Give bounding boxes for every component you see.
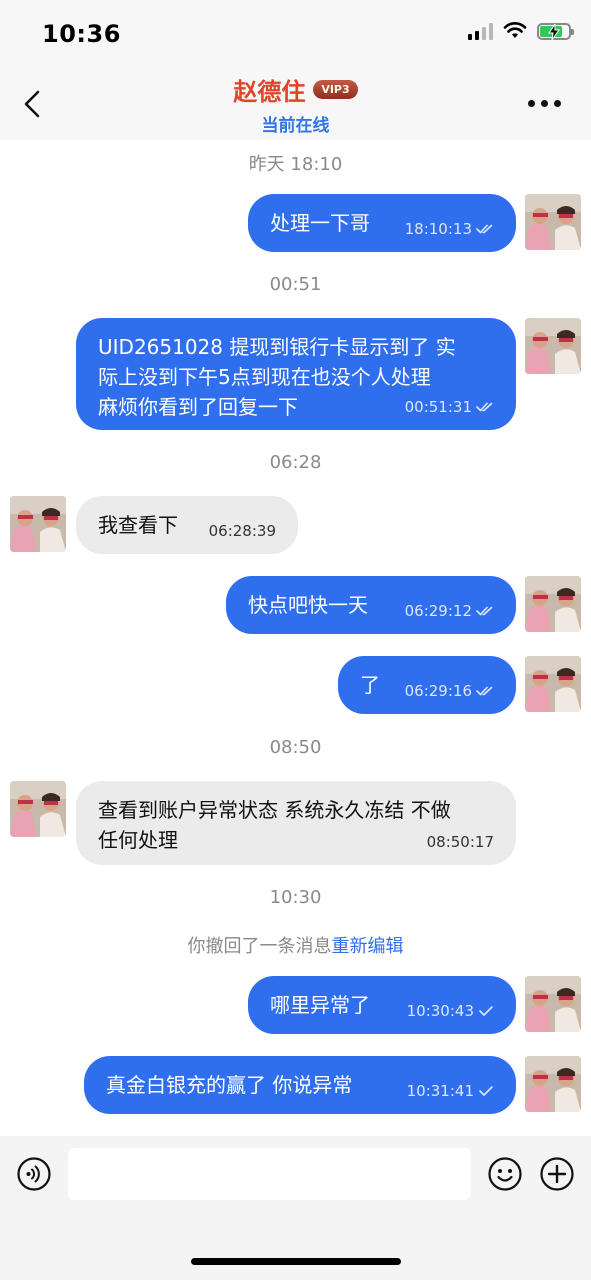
my-avatar[interactable]: [525, 318, 581, 374]
message-time: 10:30:43: [406, 1002, 474, 1020]
chat-header: 赵德住 VIP3 当前在线: [0, 64, 591, 140]
message-time: 18:10:13: [404, 220, 472, 238]
chat-timestamp: 08:50: [269, 737, 322, 758]
message-time: 00:51:31: [404, 398, 472, 416]
chat-title: 赵德住 VIP3 当前在线: [0, 72, 591, 136]
my-avatar[interactable]: [525, 194, 581, 250]
chat-timestamp: 10:30: [269, 887, 322, 908]
message-time: 06:28:39: [208, 522, 276, 540]
voice-icon: [17, 1157, 51, 1191]
more-button[interactable]: [528, 100, 561, 107]
message-time: 06:29:12: [404, 602, 472, 620]
online-status: 当前在线: [261, 116, 330, 136]
plus-button[interactable]: [539, 1156, 575, 1192]
chat-timestamp: 00:51: [269, 274, 322, 295]
recall-text: 你撤回了一条消息: [187, 936, 332, 957]
outgoing-message-bubble[interactable]: UID2651028 提现到银行卡显示到了 实际上没到下午5点到现在也没个人处理…: [76, 318, 516, 430]
plus-icon: [540, 1157, 574, 1191]
message-meta: 10:31:41: [407, 1076, 494, 1106]
read-receipt-icon: [476, 224, 493, 234]
status-time: 10:36: [42, 20, 121, 48]
message-meta: 08:50:17: [427, 827, 494, 857]
outgoing-message-bubble[interactable]: 处理一下哥 18:10:13: [248, 194, 516, 252]
message-time: 10:31:41: [406, 1082, 474, 1100]
wifi-icon: [503, 22, 527, 38]
message-meta: 18:10:13: [405, 214, 494, 244]
home-indicator: [191, 1258, 401, 1265]
message-text-line: UID2651028 提现到银行卡显示到了 实: [98, 335, 456, 359]
emoji-icon: [488, 1157, 522, 1191]
chat-timestamp: 06:28: [269, 452, 322, 473]
read-receipt-icon: [476, 402, 493, 412]
message-meta: 00:51:31: [405, 392, 494, 422]
voice-button[interactable]: [16, 1156, 52, 1192]
outgoing-message-bubble[interactable]: 快点吧快一天 06:29:12: [226, 576, 516, 634]
status-bar: 10:36: [0, 0, 591, 64]
contact-name: 赵德住: [233, 78, 306, 106]
recall-notice: 你撤回了一条消息重新编辑: [0, 932, 591, 958]
contact-avatar[interactable]: [10, 781, 66, 837]
my-avatar[interactable]: [525, 976, 581, 1032]
vip-badge: VIP3: [313, 80, 358, 99]
message-time: 08:50:17: [426, 833, 494, 851]
chat-messages[interactable]: 昨天 18:10 处理一下哥 18:10:13 00:51 UID2651028 提现到…: [0, 140, 591, 1136]
my-avatar[interactable]: [525, 576, 581, 632]
message-meta: 06:28:39: [209, 516, 276, 546]
incoming-message-bubble[interactable]: 我查看下 06:28:39: [76, 496, 298, 554]
contact-avatar[interactable]: [10, 496, 66, 552]
read-receipt-icon: [476, 606, 493, 616]
sent-check-icon: [479, 1006, 493, 1016]
cellular-signal-icon: [468, 22, 493, 40]
message-text-line: 际上没到下午5点到现在也没个人处理: [98, 365, 431, 389]
message-meta: 10:30:43: [407, 996, 494, 1026]
outgoing-message-bubble[interactable]: 了 06:29:16: [338, 656, 516, 714]
outgoing-message-bubble[interactable]: 哪里异常了 10:30:43: [248, 976, 516, 1034]
chat-timestamp: 昨天 18:10: [248, 154, 343, 175]
my-avatar[interactable]: [525, 1056, 581, 1112]
message-meta: 06:29:16: [405, 676, 494, 706]
my-avatar[interactable]: [525, 656, 581, 712]
battery-icon: [537, 22, 574, 40]
sent-check-icon: [479, 1086, 493, 1096]
message-meta: 06:29:12: [405, 596, 494, 626]
incoming-message-bubble[interactable]: 查看到账户异常状态 系统永久冻结 不做 任何处理 08:50:17: [76, 781, 516, 865]
emoji-button[interactable]: [487, 1156, 523, 1192]
outgoing-message-bubble[interactable]: 真金白银充的赢了 你说异常 10:31:41: [84, 1056, 516, 1114]
re-edit-link[interactable]: 重新编辑: [332, 936, 404, 957]
message-text-line: 查看到账户异常状态 系统永久冻结 不做: [98, 798, 451, 822]
message-time: 06:29:16: [404, 682, 472, 700]
message-input[interactable]: [68, 1148, 471, 1200]
more-dots-icon: [528, 100, 535, 107]
status-icons: [468, 22, 574, 40]
read-receipt-icon: [476, 686, 493, 696]
